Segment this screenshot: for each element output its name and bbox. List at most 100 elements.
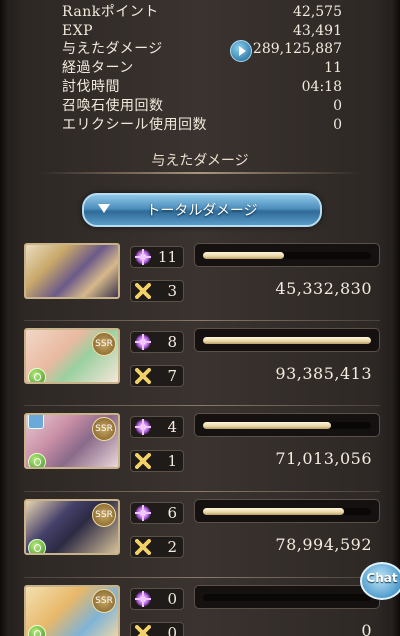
stat-row-elixir-uses: エリクシール使用回数 0	[62, 116, 342, 135]
attacks-box: 7	[130, 365, 184, 387]
rarity-badge: SSR	[92, 332, 116, 356]
row-divider	[24, 577, 380, 578]
character-row: 11 3 45,332,830	[24, 243, 380, 323]
character-row: SSR 0 0 0	[24, 577, 380, 636]
stat-label: 経過ターン	[62, 60, 134, 76]
crossed-swords-icon	[135, 453, 151, 469]
sparkle-icon	[135, 249, 151, 265]
character-portrait[interactable]: SSR	[24, 328, 120, 384]
actions-count: 11	[157, 248, 177, 266]
crossed-swords-icon	[135, 283, 151, 299]
stat-value: 0	[333, 98, 342, 114]
attacks-count: 3	[167, 282, 177, 300]
actions-box: 0	[130, 588, 184, 610]
damage-value: 71,013,056	[275, 449, 372, 468]
crossed-swords-icon	[135, 368, 151, 384]
buff-icon	[28, 415, 44, 429]
actions-count: 6	[167, 504, 177, 522]
stat-row-exp: EXP 43,491	[62, 22, 342, 41]
actions-box: 6	[130, 502, 184, 524]
character-portrait[interactable]: SSR	[24, 585, 120, 636]
attacks-box: 1	[130, 450, 184, 472]
stat-label: 討伐時間	[62, 79, 120, 95]
attacks-count: 0	[167, 624, 177, 636]
actions-box: 4	[130, 416, 184, 438]
actions-count: 4	[167, 418, 177, 436]
character-row: SSR 8 7 93,385,413	[24, 320, 380, 408]
stat-row-damage: 与えたダメージ 289,125,887	[62, 40, 342, 62]
sparkle-icon	[135, 591, 151, 607]
stat-value: 42,575	[293, 4, 342, 20]
damage-value: 78,994,592	[275, 535, 372, 554]
damage-bar	[194, 585, 380, 609]
character-portrait[interactable]	[24, 243, 120, 299]
sparkle-icon	[135, 334, 151, 350]
crossed-swords-icon	[135, 625, 151, 636]
damage-bar-track	[203, 337, 371, 344]
section-divider	[40, 172, 360, 174]
damage-bar	[194, 413, 380, 437]
stat-value: 43,491	[293, 23, 342, 39]
damage-value: 0	[361, 621, 372, 636]
damage-bar-track	[203, 252, 371, 259]
character-portrait[interactable]: SSR	[24, 499, 120, 555]
stat-label: 与えたダメージ	[62, 41, 163, 57]
character-row: SSR 4 1 71,013,056	[24, 405, 380, 493]
row-divider	[24, 491, 380, 492]
actions-count: 8	[167, 333, 177, 351]
damage-bar-fill	[203, 422, 331, 429]
wind-element-icon	[28, 625, 46, 636]
left-frame-edge	[0, 0, 10, 636]
stat-row-rank-points: Rankポイント 42,575	[62, 3, 342, 22]
wind-element-icon	[28, 453, 46, 467]
right-frame-edge	[390, 0, 400, 636]
damage-bar-fill	[203, 337, 371, 344]
character-portrait[interactable]: SSR	[24, 413, 120, 469]
attacks-box: 0	[130, 622, 184, 636]
actions-box: 8	[130, 331, 184, 353]
row-divider	[24, 320, 380, 321]
wind-element-icon	[28, 368, 46, 382]
attacks-count: 7	[167, 367, 177, 385]
rarity-badge: SSR	[92, 503, 116, 527]
damage-bar-track	[203, 594, 371, 601]
attacks-box: 3	[130, 280, 184, 302]
actions-box: 11	[130, 246, 184, 268]
attacks-count: 2	[167, 538, 177, 556]
rarity-badge: SSR	[92, 417, 116, 441]
chat-button[interactable]: Chat	[360, 562, 400, 600]
damage-value: 93,385,413	[275, 364, 372, 383]
character-row: SSR 6 2 78,994,592	[24, 491, 380, 579]
rarity-badge: SSR	[92, 589, 116, 613]
stat-label: 召喚石使用回数	[62, 98, 164, 114]
damage-bar-fill	[203, 508, 345, 515]
battle-result-screen: Rankポイント 42,575 EXP 43,491 与えたダメージ 289,1…	[0, 0, 400, 636]
damage-bar	[194, 243, 380, 267]
stat-label: EXP	[62, 23, 94, 39]
stat-label: Rankポイント	[62, 4, 159, 20]
stat-value: 289,125,887	[252, 41, 342, 57]
damage-value: 45,332,830	[275, 279, 372, 298]
damage-type-dropdown[interactable]: トータルダメージ	[82, 193, 322, 227]
stat-value: 11	[324, 60, 342, 76]
crossed-swords-icon	[135, 539, 151, 555]
stat-row-summon-uses: 召喚石使用回数 0	[62, 97, 342, 116]
sparkle-icon	[135, 419, 151, 435]
damage-bar-track	[203, 422, 371, 429]
damage-bar-track	[203, 508, 371, 515]
attacks-box: 2	[130, 536, 184, 558]
stat-value: 0	[333, 117, 342, 133]
damage-bar	[194, 328, 380, 352]
wind-element-icon	[28, 539, 46, 553]
sparkle-icon	[135, 505, 151, 521]
stat-row-turns: 経過ターン 11	[62, 59, 342, 78]
stat-row-clear-time: 討伐時間 04:18	[62, 78, 342, 97]
attacks-count: 1	[167, 452, 177, 470]
damage-bar	[194, 499, 380, 523]
stat-label: エリクシール使用回数	[62, 117, 207, 133]
actions-count: 0	[167, 590, 177, 608]
dropdown-label: トータルダメージ	[146, 203, 258, 219]
chat-button-label: Chat	[366, 571, 398, 585]
stat-value: 04:18	[301, 79, 342, 95]
row-divider	[24, 405, 380, 406]
